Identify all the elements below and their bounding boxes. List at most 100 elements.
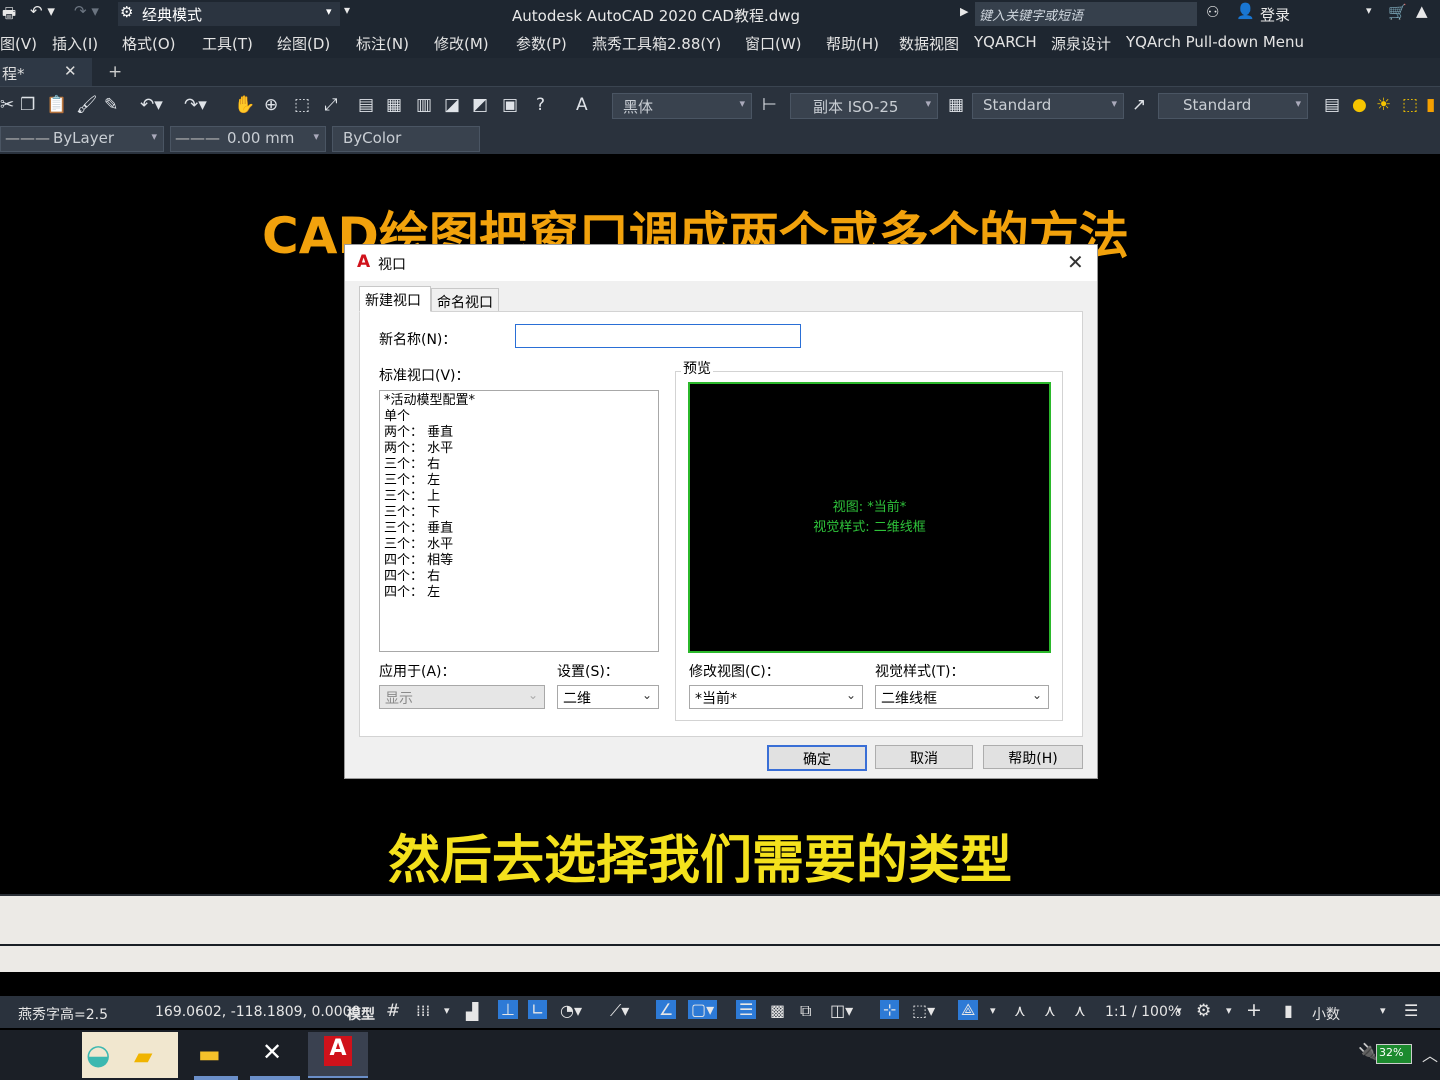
cut-icon[interactable]: ✂ xyxy=(0,95,14,115)
zoom-window-icon[interactable]: ⬚ xyxy=(294,95,310,115)
battery-indicator[interactable]: 32% xyxy=(1376,1044,1412,1064)
list-item[interactable]: 四个： 左 xyxy=(384,585,440,601)
tab-new-viewports[interactable]: 新建视口 xyxy=(359,286,431,312)
menu-data-view[interactable]: 数据视图 xyxy=(899,33,959,54)
menu-format[interactable]: 格式(O) xyxy=(122,33,176,54)
menu-parametric[interactable]: 参数(P) xyxy=(516,33,567,54)
dynamic-input-icon[interactable]: ⊥ xyxy=(498,1000,518,1019)
autodesk-icon[interactable]: ▲ xyxy=(1416,2,1428,20)
list-item[interactable]: 三个： 下 xyxy=(384,505,440,521)
gizmo-icon[interactable]: ⟁ xyxy=(958,1000,979,1020)
sun-icon[interactable]: ☀ xyxy=(1376,95,1391,115)
help-icon[interactable]: ? xyxy=(536,95,545,115)
list-item[interactable]: 三个： 右 xyxy=(384,457,440,473)
lineweight-select[interactable]: ——— 0.00 mm ▾ xyxy=(170,126,326,152)
visual-style-select[interactable]: 二维线框 ⌄ xyxy=(875,685,1049,709)
annotation-scale-readout[interactable]: 1:1 / 100% xyxy=(1105,1004,1181,1020)
chevron-down-icon[interactable]: ▾ xyxy=(1226,1004,1232,1017)
dim-style-select[interactable]: 副本 ISO-25 ▾ xyxy=(790,93,938,119)
help-button[interactable]: 帮助(H) xyxy=(983,745,1083,769)
text-style-select[interactable]: 黑体 ▾ xyxy=(612,93,752,119)
list-item[interactable]: 三个： 上 xyxy=(384,489,440,505)
menu-yanxiu-tools[interactable]: 燕秀工具箱2.88(Y) xyxy=(592,33,721,54)
table-style-icon[interactable]: ▦ xyxy=(948,95,964,115)
autocad-taskbar-button[interactable]: A xyxy=(308,1032,368,1078)
text-style-icon[interactable]: A xyxy=(576,95,588,115)
polar-tracking-icon[interactable]: ◔▾ xyxy=(560,1001,582,1020)
change-view-select[interactable]: *当前* ⌄ xyxy=(689,685,863,709)
menu-dimension[interactable]: 标注(N) xyxy=(356,33,409,54)
color-select[interactable]: ByColor xyxy=(332,126,480,152)
units-readout[interactable]: 小数 xyxy=(1312,1004,1340,1024)
login-link[interactable]: 登录 xyxy=(1260,4,1290,25)
command-line[interactable] xyxy=(0,894,1440,972)
list-item[interactable]: *活动模型配置* xyxy=(384,393,475,409)
3d-object-snap-icon[interactable]: ◫▾ xyxy=(830,1001,853,1020)
new-name-input[interactable] xyxy=(515,324,801,348)
list-item[interactable]: 四个： 右 xyxy=(384,569,440,585)
apply-to-select[interactable]: 显示 ⌄ xyxy=(379,685,545,709)
customization-icon[interactable]: ☰ xyxy=(1404,1001,1418,1020)
transparency-icon[interactable]: ▩ xyxy=(770,1001,785,1020)
infer-constraints-icon[interactable]: ▟ xyxy=(466,1002,478,1021)
list-item[interactable]: 两个： 水平 xyxy=(384,441,453,457)
undo-icon[interactable]: ↶▾ xyxy=(140,95,163,115)
chevron-down-icon[interactable]: ▾ xyxy=(1366,4,1372,17)
chevron-up-icon[interactable]: ︿ xyxy=(1422,1042,1438,1066)
dim-style-icon[interactable]: ⊢ xyxy=(762,95,777,115)
annotation-visibility-icon[interactable]: ⋏ xyxy=(1014,1001,1026,1020)
capcut-icon[interactable]: ✕ xyxy=(262,1038,282,1066)
snap-icon[interactable]: ⁞⁞⁞ xyxy=(416,1002,430,1020)
add-tab-button[interactable]: + xyxy=(108,62,122,82)
arrow-right-icon[interactable]: ▶ xyxy=(960,5,968,18)
design-center-icon[interactable]: ▦ xyxy=(386,95,402,115)
tab-document[interactable]: 程* ✕ xyxy=(0,58,92,86)
block-editor-icon[interactable]: ✎ xyxy=(104,95,118,115)
list-item[interactable]: 单个 xyxy=(384,409,410,425)
menu-window[interactable]: 窗口(W) xyxy=(745,33,802,54)
close-icon[interactable]: ✕ xyxy=(64,62,77,80)
setup-select[interactable]: 二维 ⌄ xyxy=(557,685,659,709)
object-snap-tracking-icon[interactable]: ∠ xyxy=(656,1000,677,1019)
tool-palettes-icon[interactable]: ▥ xyxy=(416,95,432,115)
redo-icon[interactable]: ↷ ▾ xyxy=(74,2,99,20)
taskbar-app-tile[interactable]: ◒ ▰ xyxy=(82,1032,178,1078)
copy-icon[interactable]: ❐ xyxy=(20,95,35,115)
undo-icon[interactable]: ↶ ▾ xyxy=(30,2,55,20)
match-properties-icon[interactable]: 🖌 xyxy=(76,95,98,115)
close-icon[interactable]: ✕ xyxy=(1067,250,1084,274)
menu-yuanquan[interactable]: 源泉设计 xyxy=(1051,33,1111,54)
menu-modify[interactable]: 修改(M) xyxy=(434,33,489,54)
redo-icon[interactable]: ↷▾ xyxy=(184,95,207,115)
multileader-style-icon[interactable]: ↗ xyxy=(1132,95,1146,115)
layer-freeze-icon[interactable]: ⬚ xyxy=(1402,95,1418,115)
ok-button[interactable]: 确定 xyxy=(767,745,867,771)
markup-icon[interactable]: ◩ xyxy=(472,95,488,115)
isodraft-icon[interactable]: ⟋▾ xyxy=(610,1001,629,1021)
ortho-icon[interactable]: ∟ xyxy=(528,1000,548,1019)
selection-cycling-icon[interactable]: ⧉ xyxy=(800,1001,811,1021)
menu-insert[interactable]: 插入(I) xyxy=(52,33,98,54)
chevron-down-icon[interactable]: ▾ xyxy=(1176,1004,1182,1017)
properties-icon[interactable]: ▤ xyxy=(358,95,374,115)
file-explorer-icon[interactable]: ▬ xyxy=(198,1040,221,1068)
cart-icon[interactable]: 🛒 xyxy=(1388,3,1407,21)
annotation-scale-icon[interactable]: ⋏ xyxy=(1074,1001,1086,1020)
chevron-down-icon[interactable]: ▾ xyxy=(990,1004,996,1017)
chevron-down-icon[interactable]: ▾ xyxy=(444,1004,450,1017)
object-snap-icon[interactable]: ▢▾ xyxy=(688,1000,718,1019)
menu-draw[interactable]: 绘图(D) xyxy=(277,33,330,54)
menu-help[interactable]: 帮助(H) xyxy=(826,33,879,54)
list-item[interactable]: 三个： 左 xyxy=(384,473,440,489)
zoom-realtime-icon[interactable]: ⊕ xyxy=(264,95,278,115)
sheet-set-icon[interactable]: ◪ xyxy=(444,95,460,115)
lineweight-icon[interactable]: ☰ xyxy=(736,1000,757,1019)
selection-filter-icon[interactable]: ⬚▾ xyxy=(912,1001,935,1020)
linetype-select[interactable]: ——— ByLayer ▾ xyxy=(0,126,164,152)
customize-icon[interactable]: ▾ xyxy=(344,3,350,17)
list-item[interactable]: 四个： 相等 xyxy=(384,553,453,569)
menu-view[interactable]: 图(V) xyxy=(0,33,37,54)
plus-icon[interactable]: + xyxy=(1246,999,1262,1021)
list-item[interactable]: 三个： 垂直 xyxy=(384,521,453,537)
binoculars-icon[interactable]: ⚇ xyxy=(1206,3,1219,21)
